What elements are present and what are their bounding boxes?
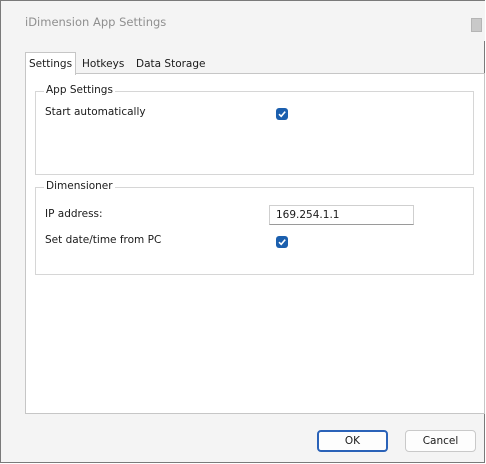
start-automatically-label: Start automatically [45, 106, 146, 118]
tab-settings[interactable]: Settings [25, 52, 77, 75]
start-automatically-checkbox[interactable] [276, 108, 288, 120]
set-date-time-label: Set date/time from PC [45, 234, 162, 246]
app-settings-group-title: App Settings [44, 84, 115, 96]
checkmark-icon [278, 239, 286, 246]
window-title: iDimension App Settings [25, 15, 167, 29]
app-settings-group: App Settings Start automatically [35, 84, 474, 175]
ok-button[interactable]: OK [317, 430, 388, 452]
dimensioner-group: Dimensioner IP address: Set date/time fr… [35, 180, 474, 275]
dimensioner-group-title: Dimensioner [44, 180, 115, 192]
ip-address-input[interactable] [269, 205, 414, 225]
set-date-time-checkbox[interactable] [276, 236, 288, 248]
title-bar: iDimension App Settings [1, 1, 485, 41]
cancel-button[interactable]: Cancel [405, 430, 476, 452]
tab-data-storage[interactable]: Data Storage [133, 55, 209, 73]
tab-hotkeys[interactable]: Hotkeys [79, 55, 127, 73]
close-icon[interactable] [471, 18, 482, 32]
ip-address-label: IP address: [45, 208, 103, 220]
checkmark-icon [278, 111, 286, 118]
settings-tab-panel: App Settings Start automatically Dimensi… [25, 73, 485, 414]
settings-dialog: iDimension App Settings Settings Hotkeys… [0, 0, 485, 463]
